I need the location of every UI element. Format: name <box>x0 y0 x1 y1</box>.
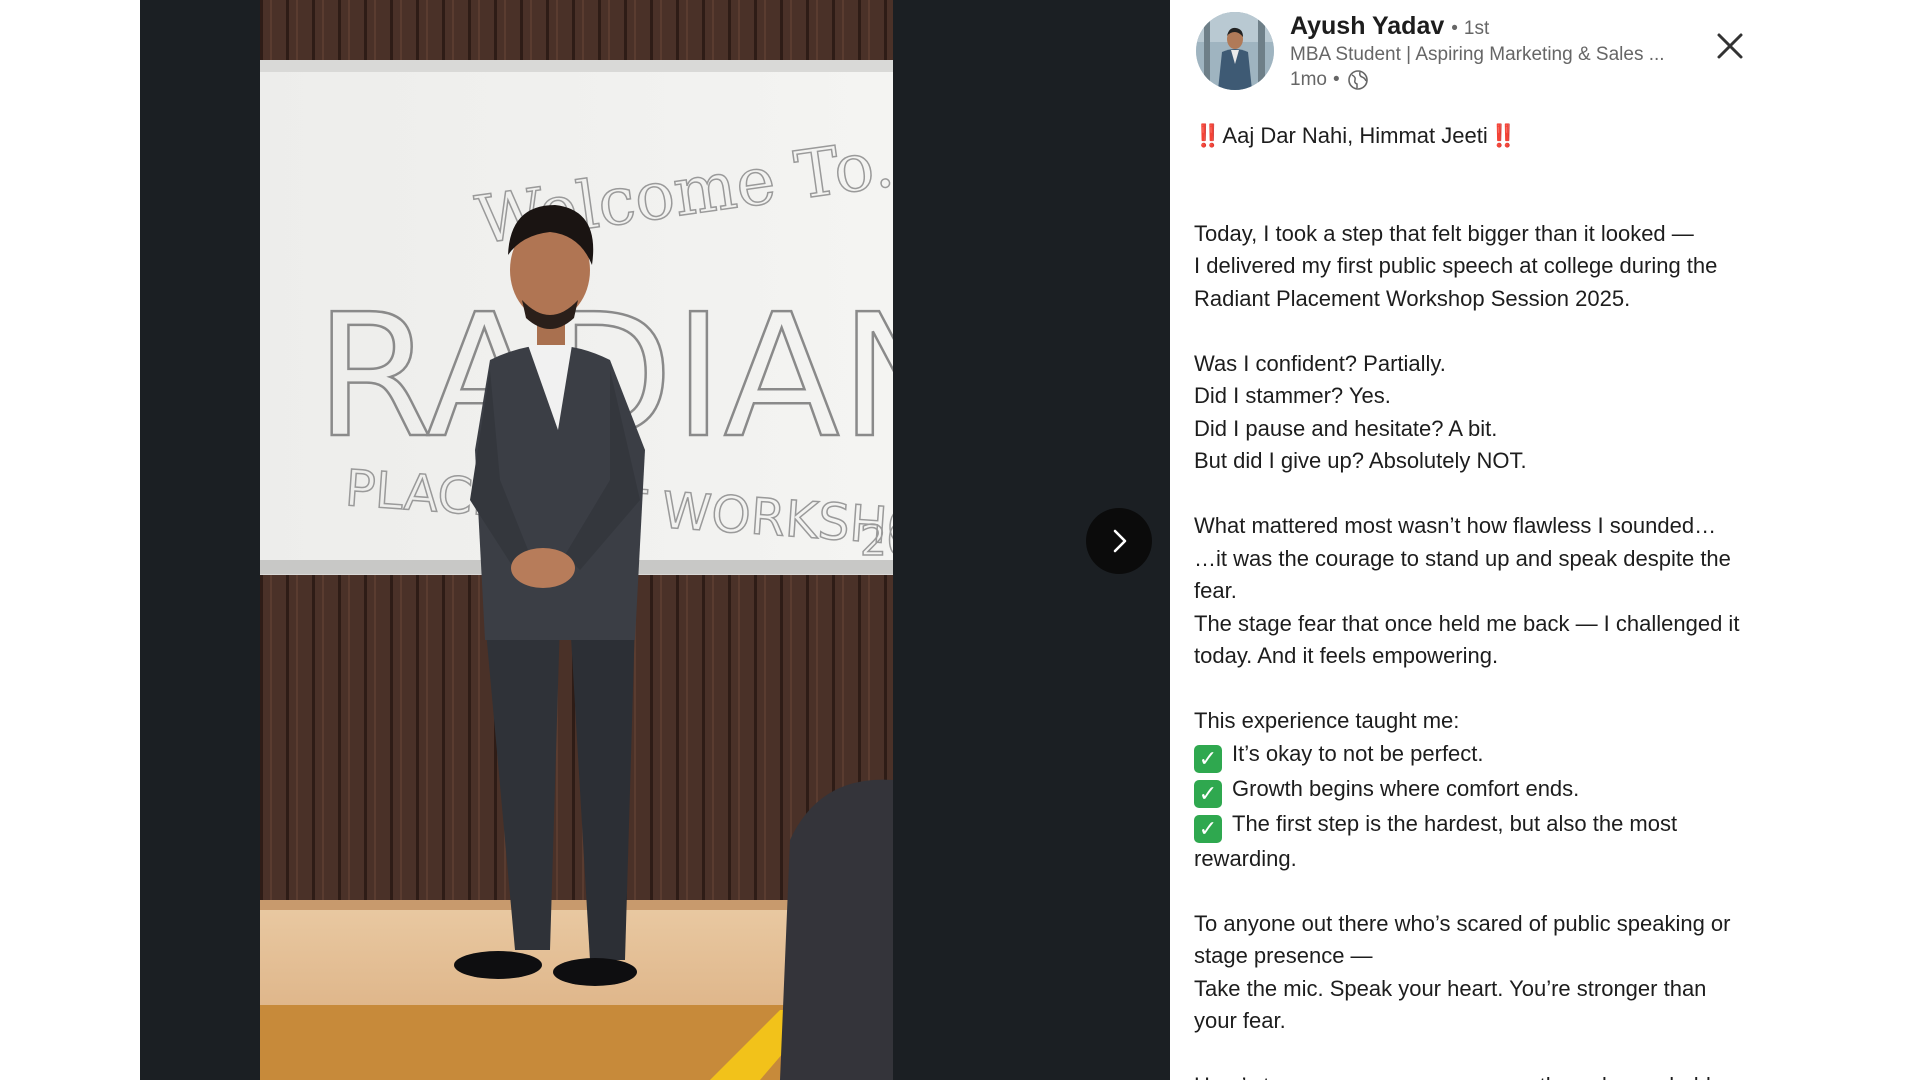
chevron-right-icon <box>1113 529 1127 553</box>
check-mark-icon: ✓ <box>1194 814 1222 843</box>
post-time: 1mo <box>1290 69 1327 90</box>
post-line: stage presence — <box>1194 943 1373 968</box>
lesson-item: ✓ It’s okay to not be perfect. <box>1194 738 1780 773</box>
close-button[interactable] <box>1710 26 1750 66</box>
check-mark-icon: ✓ <box>1194 779 1222 808</box>
post-title-line: ‼️ Aaj Dar Nahi, Himmat Jeeti‼️ <box>1194 120 1780 153</box>
post-line: rewarding. <box>1194 845 1297 871</box>
post-modal: Welcome To...... RADIANT PLACEMENT WORKS… <box>140 0 1780 1080</box>
post-line: Here’s to more courage, more growth, and… <box>1194 1070 1780 1080</box>
separator-dot: • <box>1332 69 1340 90</box>
author-headline: MBA Student | Aspiring Marketing & Sales… <box>1290 44 1665 65</box>
close-icon <box>1717 33 1743 59</box>
post-detail-pane: Ayush Yadav • 1st MBA Student | Aspiring… <box>1170 0 1780 1080</box>
post-line: This experience taught me: <box>1194 708 1460 733</box>
post-line: To anyone out there who’s scared of publ… <box>1194 910 1731 936</box>
post-line: I delivered my first public speech at co… <box>1194 253 1718 278</box>
lesson-item: ✓ The first step is the hardest, but also… <box>1194 808 1780 843</box>
post-line: today. And it feels empowering. <box>1194 643 1499 668</box>
post-line: your fear. <box>1194 1008 1286 1033</box>
author-meta: Ayush Yadav • 1st MBA Student | Aspiring… <box>1290 12 1710 91</box>
post-title: Aaj Dar Nahi, Himmat Jeeti <box>1222 123 1488 148</box>
post-line: What mattered most wasn’t how flawless I… <box>1194 513 1717 538</box>
globe-icon <box>1347 70 1368 90</box>
post-line: Radiant Placement Workshop Session 2025. <box>1194 285 1631 311</box>
post-line: Was I confident? Partially. <box>1194 350 1446 376</box>
board-year-text: 20 <box>860 516 893 565</box>
post-header: Ayush Yadav • 1st MBA Student | Aspiring… <box>1196 12 1780 94</box>
double-exclamation-emoji: ‼️ <box>1489 123 1517 148</box>
double-exclamation-emoji: ‼️ <box>1194 123 1221 148</box>
post-line: Today, I took a step that felt bigger th… <box>1194 220 1694 246</box>
post-line: Take the mic. Speak your heart. You’re s… <box>1194 975 1707 1001</box>
post-photo[interactable]: Welcome To...... RADIANT PLACEMENT WORKS… <box>260 0 893 1080</box>
separator-dot: • <box>1451 18 1458 39</box>
post-line: fear. <box>1194 578 1237 603</box>
author-name[interactable]: Ayush Yadav <box>1290 12 1444 41</box>
avatar[interactable] <box>1196 12 1274 90</box>
post-line: The stage fear that once held me back — … <box>1194 610 1740 636</box>
media-pane: Welcome To...... RADIANT PLACEMENT WORKS… <box>140 0 1170 1080</box>
lesson-item: ✓ Growth begins where comfort ends. <box>1194 773 1780 808</box>
connection-degree: 1st <box>1463 18 1490 39</box>
post-line: But did I give up? Absolutely NOT. <box>1194 448 1527 473</box>
post-line: …it was the courage to stand up and spea… <box>1194 545 1731 571</box>
post-text: ‼️ Aaj Dar Nahi, Himmat Jeeti‼️ Today, I … <box>1194 120 1780 1080</box>
post-line: Did I pause and hesitate? A bit. <box>1194 415 1498 441</box>
next-image-button[interactable] <box>1086 508 1152 574</box>
check-mark-icon: ✓ <box>1194 744 1222 773</box>
post-line: Did I stammer? Yes. <box>1194 383 1391 408</box>
